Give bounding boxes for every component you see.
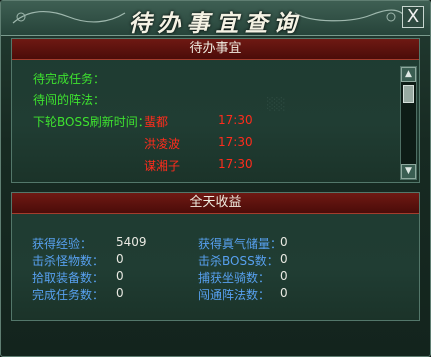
- zhenqi-label: 获得真气储量：: [198, 237, 283, 251]
- pending-formation-label: 待闯的阵法：: [33, 93, 106, 107]
- boss-time: 17:30: [218, 135, 253, 149]
- todo-panel: 待办事宜 ░░ 待完成任务： 待闯的阵法： 下轮BOSS刷新时间： 蜚都 17:…: [11, 38, 420, 183]
- close-button[interactable]: X: [402, 6, 424, 28]
- boss-name: 谋湘子: [144, 159, 181, 173]
- pending-tasks-label: 待完成任务：: [33, 72, 106, 86]
- income-panel: 全天收益 获得经验： 5409 击杀怪物数： 0 拾取装备数： 0 完成任务数：…: [11, 192, 420, 321]
- monster-kills-value: 0: [116, 252, 124, 266]
- scroll-thumb[interactable]: [403, 85, 414, 103]
- mounts-label: 捕获坐骑数：: [198, 271, 271, 285]
- background-watermark: ░░: [267, 97, 286, 111]
- monster-kills-label: 击杀怪物数：: [32, 254, 105, 268]
- scroll-down-button[interactable]: ▼: [401, 164, 416, 179]
- tasks-done-label: 完成任务数：: [32, 288, 105, 302]
- todo-query-window: 待办事宜查询 X 待办事宜 ░░ 待完成任务： 待闯的阵法： 下轮BOSS刷新时…: [0, 0, 431, 357]
- tasks-done-value: 0: [116, 286, 124, 300]
- boss-kills-label: 击杀BOSS数：: [198, 254, 279, 268]
- title-bar[interactable]: 待办事宜查询 X: [1, 1, 430, 37]
- boss-name: 蜚都: [144, 115, 169, 129]
- mounts-value: 0: [280, 269, 288, 283]
- todo-header: 待办事宜: [12, 39, 419, 60]
- equipment-label: 拾取装备数：: [32, 271, 105, 285]
- todo-scrollbar[interactable]: ▲ ▼: [400, 66, 417, 180]
- boss-kills-value: 0: [280, 252, 288, 266]
- income-header: 全天收益: [12, 193, 419, 214]
- equipment-value: 0: [116, 269, 124, 283]
- boss-refresh-label: 下轮BOSS刷新时间：: [33, 115, 150, 129]
- boss-time: 17:30: [218, 157, 253, 171]
- boss-name: 洪凌波: [144, 137, 181, 151]
- scroll-up-button[interactable]: ▲: [401, 67, 416, 82]
- exp-label: 获得经验：: [32, 237, 93, 251]
- formations-value: 0: [280, 286, 288, 300]
- zhenqi-value: 0: [280, 235, 288, 249]
- window-title: 待办事宜查询: [128, 10, 303, 37]
- exp-value: 5409: [116, 235, 147, 249]
- boss-time: 17:30: [218, 113, 253, 127]
- formations-label: 闯通阵法数：: [198, 288, 271, 302]
